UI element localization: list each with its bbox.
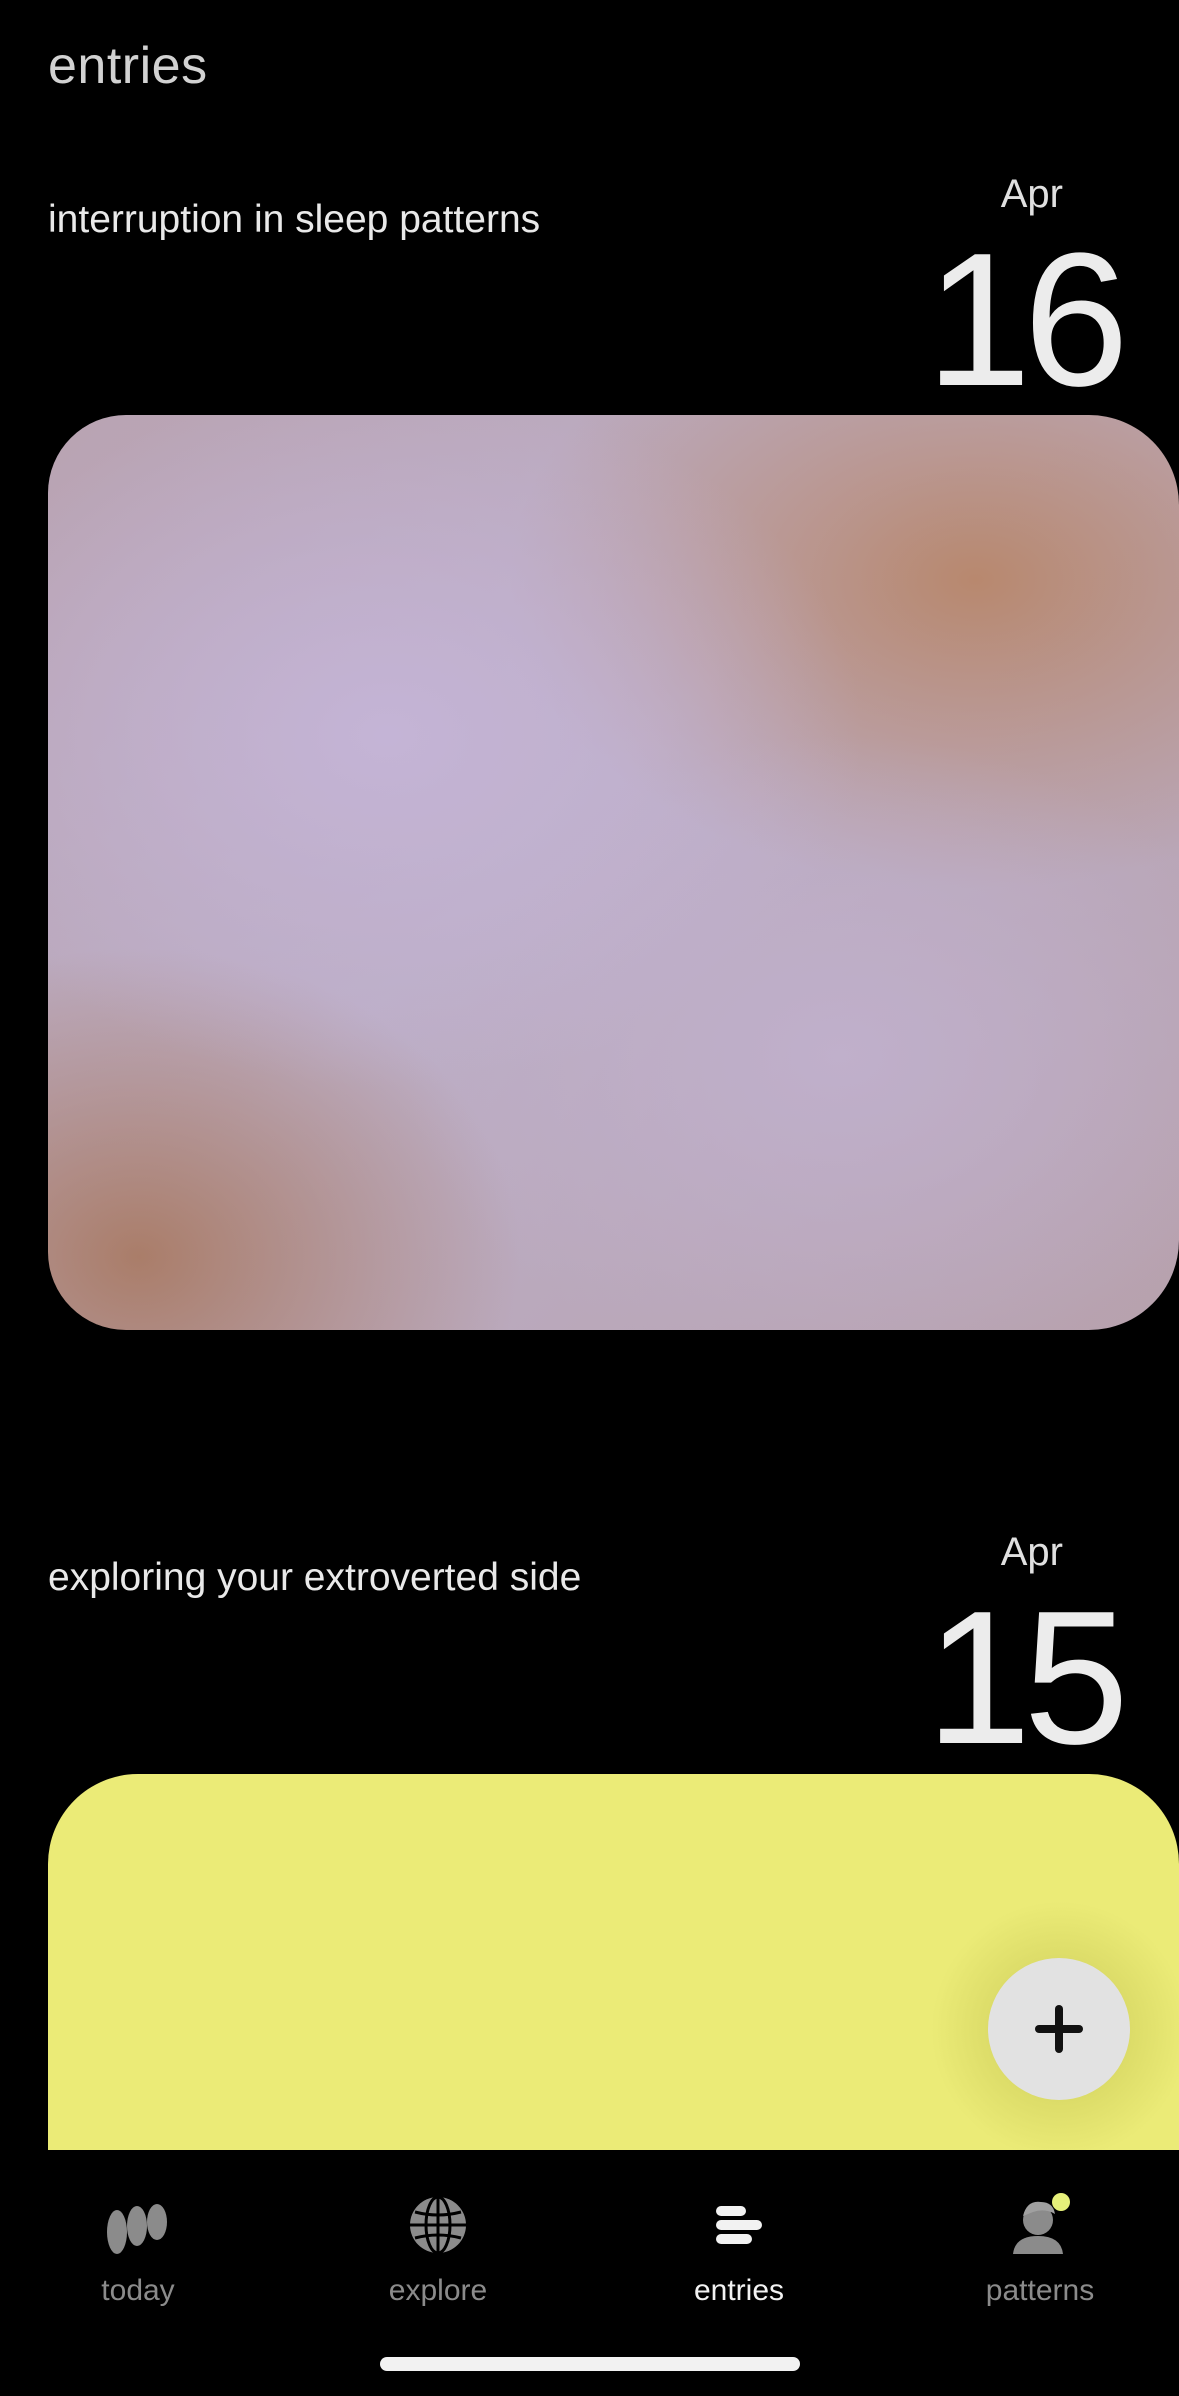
globe-icon xyxy=(410,2195,466,2255)
page-title: entries xyxy=(48,37,208,95)
tab-entries[interactable]: entries xyxy=(629,2190,849,2308)
entry-title[interactable]: exploring your extroverted side xyxy=(48,1556,581,1600)
home-indicator[interactable] xyxy=(380,2357,800,2371)
entry-date-month: Apr xyxy=(1000,1530,1063,1574)
add-entry-button[interactable] xyxy=(988,1958,1130,2100)
tab-today[interactable]: today xyxy=(28,2190,248,2308)
tab-label: today xyxy=(101,2274,175,2307)
entry-date-day: 16 xyxy=(925,214,1129,426)
tab-label: patterns xyxy=(985,2274,1095,2307)
tab-patterns[interactable]: patterns xyxy=(930,2190,1150,2308)
tab-label: entries xyxy=(693,2274,785,2307)
patterns-avatar-icon xyxy=(1013,2193,1070,2254)
entry-title[interactable]: interruption in sleep patterns xyxy=(48,198,540,242)
entry-date-month: Apr xyxy=(1000,172,1063,216)
entry-card-gradient[interactable] xyxy=(48,415,1179,1330)
tab-label: explore xyxy=(388,2274,488,2307)
tab-explore[interactable]: explore xyxy=(328,2190,548,2308)
notification-dot xyxy=(1052,2193,1070,2211)
entries-lines-icon xyxy=(716,2206,762,2244)
plus-icon xyxy=(1035,2005,1083,2053)
entry-date-day: 15 xyxy=(925,1572,1129,1784)
today-logo-icon xyxy=(107,2204,167,2254)
